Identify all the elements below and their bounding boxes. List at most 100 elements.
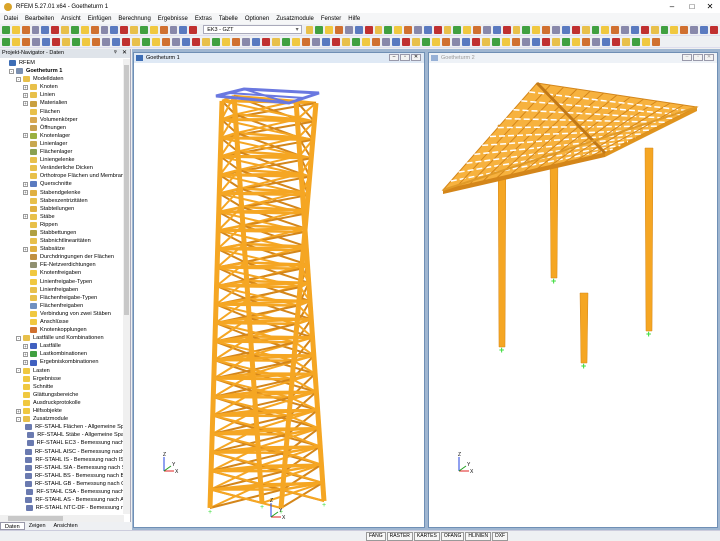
tree-item[interactable]: +Ergebniskombinationen bbox=[0, 358, 124, 366]
toolbar-button-icon[interactable] bbox=[182, 38, 190, 46]
toolbar-button-icon[interactable] bbox=[355, 26, 363, 34]
expand-icon[interactable]: + bbox=[23, 344, 28, 349]
menu-berechnung[interactable]: Berechnung bbox=[118, 16, 150, 22]
menu-ergebnisse[interactable]: Ergebnisse bbox=[158, 16, 188, 22]
tree-item[interactable]: +Knoten bbox=[0, 83, 124, 91]
tree-item[interactable]: Knotenfreigaben bbox=[0, 269, 124, 277]
platform-3d-view[interactable]: ++++XYZ bbox=[429, 63, 717, 527]
toolbar-button-icon[interactable] bbox=[91, 26, 99, 34]
toolbar-button-icon[interactable] bbox=[631, 26, 639, 34]
toolbar-button-icon[interactable] bbox=[302, 38, 310, 46]
toolbar-button-icon[interactable] bbox=[172, 38, 180, 46]
toolbar-button-icon[interactable] bbox=[142, 38, 150, 46]
toolbar-button-icon[interactable] bbox=[472, 38, 480, 46]
toolbar-button-icon[interactable] bbox=[22, 26, 30, 34]
toolbar-button-icon[interactable] bbox=[394, 26, 402, 34]
toolbar-button-icon[interactable] bbox=[602, 38, 610, 46]
toolbar-button-icon[interactable] bbox=[222, 38, 230, 46]
toolbar-button-icon[interactable] bbox=[362, 38, 370, 46]
tree-item[interactable]: FE-Netzverdichtungen bbox=[0, 261, 124, 269]
toolbar-button-icon[interactable] bbox=[642, 38, 650, 46]
tree-item[interactable]: RF-STAHL GB - Bemessung nach G bbox=[0, 480, 124, 488]
toolbar-button-icon[interactable] bbox=[32, 38, 40, 46]
toolbar-button-icon[interactable] bbox=[670, 26, 678, 34]
tree-item[interactable]: -Goetheturm 1 bbox=[0, 67, 124, 75]
toolbar-button-icon[interactable] bbox=[641, 26, 649, 34]
menu-ansicht[interactable]: Ansicht bbox=[61, 16, 81, 22]
toolbar-button-icon[interactable] bbox=[72, 38, 80, 46]
tree-item[interactable]: +Hilfsobjekte bbox=[0, 407, 124, 415]
menu-optionen[interactable]: Optionen bbox=[245, 16, 269, 22]
menu-fenster[interactable]: Fenster bbox=[321, 16, 341, 22]
tree-item[interactable]: Verbindung von zwei Stäben bbox=[0, 310, 124, 318]
horizontal-scrollbar[interactable] bbox=[0, 515, 124, 522]
toolbar-button-icon[interactable] bbox=[424, 26, 432, 34]
tree-item[interactable]: -Modelldaten bbox=[0, 75, 124, 83]
toolbar-button-icon[interactable] bbox=[502, 38, 510, 46]
toolbar-button-icon[interactable] bbox=[532, 26, 540, 34]
toolbar-button-icon[interactable] bbox=[252, 38, 260, 46]
toolbar-button-icon[interactable] bbox=[101, 26, 109, 34]
toolbar-button-icon[interactable] bbox=[592, 26, 600, 34]
toolbar-button-icon[interactable] bbox=[312, 38, 320, 46]
toolbar-button-icon[interactable] bbox=[651, 26, 659, 34]
tree-item[interactable]: Linienfreigabe-Typen bbox=[0, 278, 124, 286]
maximize-button[interactable]: □ bbox=[682, 0, 702, 13]
toolbar-button-icon[interactable] bbox=[700, 26, 708, 34]
toolbar-button-icon[interactable] bbox=[632, 38, 640, 46]
toolbar-button-icon[interactable] bbox=[542, 26, 550, 34]
tree-item[interactable]: RF-STAHL Stäbe - Allgemeine Spa bbox=[0, 431, 124, 439]
tree-item[interactable]: Liniengelenke bbox=[0, 156, 124, 164]
toolbar-button-icon[interactable] bbox=[442, 38, 450, 46]
tree-item[interactable]: Stabexzentrizitäten bbox=[0, 197, 124, 205]
close-button[interactable]: ✕ bbox=[411, 54, 421, 61]
restore-button[interactable]: ▫ bbox=[400, 54, 410, 61]
toolbar-button-icon[interactable] bbox=[202, 38, 210, 46]
toolbar-button-icon[interactable] bbox=[192, 38, 200, 46]
toolbar-button-icon[interactable] bbox=[512, 38, 520, 46]
tree-item[interactable]: Rippen bbox=[0, 221, 124, 229]
tree-item[interactable]: RF-STAHL Flächen - Allgemeine Sp bbox=[0, 423, 124, 431]
toolbar-button-icon[interactable] bbox=[612, 38, 620, 46]
toolbar-button-icon[interactable] bbox=[110, 26, 118, 34]
tree-item[interactable]: Glättungsbereiche bbox=[0, 391, 124, 399]
toolbar-button-icon[interactable] bbox=[132, 38, 140, 46]
expand-icon[interactable]: + bbox=[16, 409, 21, 414]
toolbar-button-icon[interactable] bbox=[473, 26, 481, 34]
pin-icon[interactable]: ᵠ bbox=[114, 49, 117, 58]
expand-icon[interactable]: + bbox=[23, 93, 28, 98]
toolbar-button-icon[interactable] bbox=[690, 26, 698, 34]
toolbar-button-icon[interactable] bbox=[345, 26, 353, 34]
minimize-button[interactable]: – bbox=[682, 54, 692, 61]
tree-item[interactable]: Stabbettungen bbox=[0, 229, 124, 237]
toolbar-button-icon[interactable] bbox=[414, 26, 422, 34]
toolbar-button-icon[interactable] bbox=[232, 38, 240, 46]
tree-item[interactable]: Stabnichtlinearitäten bbox=[0, 237, 124, 245]
toolbar-button-icon[interactable] bbox=[422, 38, 430, 46]
tree-item[interactable]: RF-STAHL BS - Bemessung nach B bbox=[0, 472, 124, 480]
close-button[interactable]: ✕ bbox=[704, 54, 714, 61]
tree-item[interactable]: RF-STAHL AISC - Bemessung nach bbox=[0, 448, 124, 456]
collapse-icon[interactable]: - bbox=[16, 77, 21, 82]
toolbar-button-icon[interactable] bbox=[402, 38, 410, 46]
tree-item[interactable]: Flächen bbox=[0, 108, 124, 116]
collapse-icon[interactable]: - bbox=[9, 69, 14, 74]
toolbar-button-icon[interactable] bbox=[404, 26, 412, 34]
tree-item[interactable]: Schnitte bbox=[0, 383, 124, 391]
menu-zusatzmodule[interactable]: Zusatzmodule bbox=[276, 16, 314, 22]
toolbar-button-icon[interactable] bbox=[242, 38, 250, 46]
tree-item[interactable]: -Zusatzmodule bbox=[0, 415, 124, 423]
tree-item[interactable]: Linienlager bbox=[0, 140, 124, 148]
toolbar-button-icon[interactable] bbox=[130, 26, 138, 34]
toolbar-button-icon[interactable] bbox=[444, 26, 452, 34]
tree-item[interactable]: +Lastfälle bbox=[0, 342, 124, 350]
toolbar-button-icon[interactable] bbox=[61, 26, 69, 34]
tower-3d-view[interactable]: ++++XYZXYZ bbox=[134, 63, 424, 527]
toolbar-button-icon[interactable] bbox=[71, 26, 79, 34]
toolbar-button-icon[interactable] bbox=[562, 26, 570, 34]
tree-item[interactable]: Ergebnisse bbox=[0, 375, 124, 383]
tree-item[interactable]: RF-STAHL SIA - Bemessung nach S bbox=[0, 464, 124, 472]
toolbar-button-icon[interactable] bbox=[680, 26, 688, 34]
toolbar-button-icon[interactable] bbox=[462, 38, 470, 46]
toolbar-button-icon[interactable] bbox=[652, 38, 660, 46]
